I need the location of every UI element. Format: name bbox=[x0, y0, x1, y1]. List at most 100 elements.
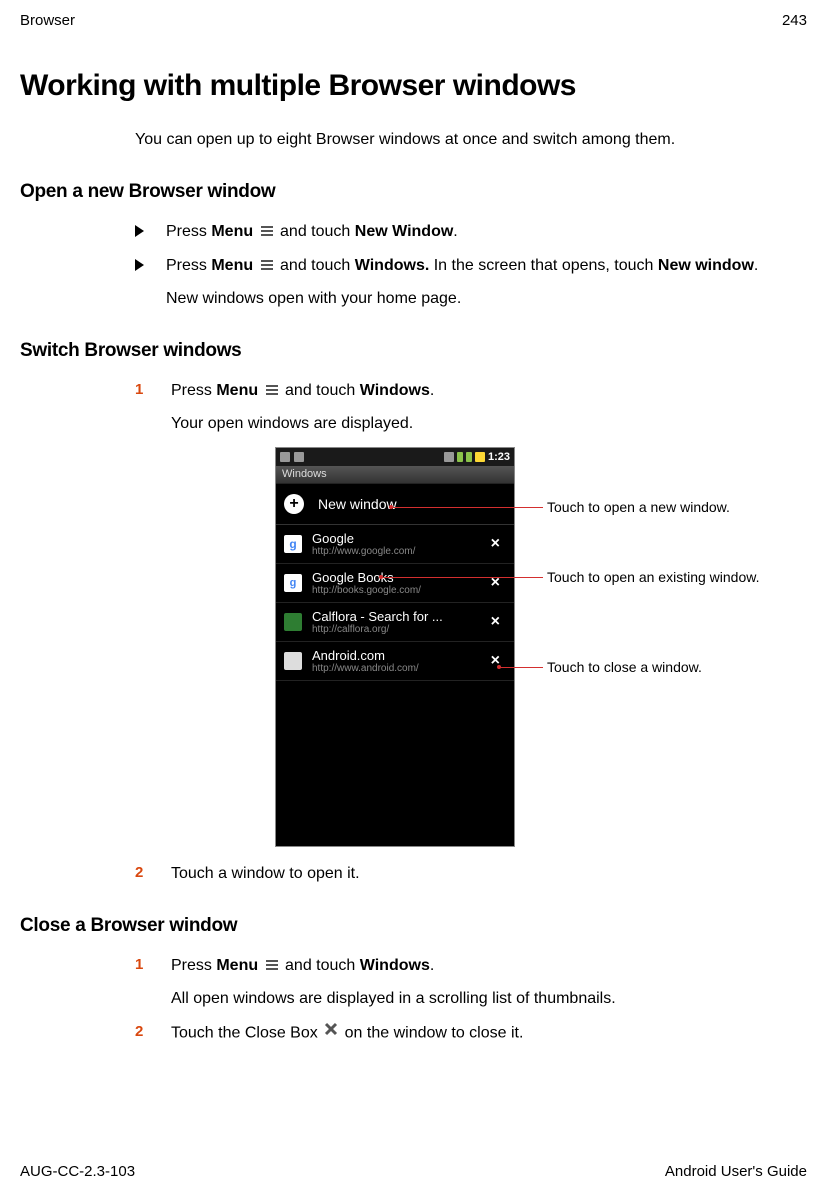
window-url: http://www.android.com/ bbox=[312, 663, 479, 674]
window-url: http://calflora.org/ bbox=[312, 624, 479, 635]
list-item: 2 Touch the Close Box on the window to c… bbox=[135, 1022, 807, 1045]
item-body: Press Menu and touch Windows. In the scr… bbox=[166, 255, 758, 310]
new-window-row[interactable]: + New window bbox=[276, 484, 514, 525]
footer-right: Android User's Guide bbox=[665, 1163, 807, 1180]
window-url: http://books.google.com/ bbox=[312, 585, 479, 596]
sub-text: Your open windows are displayed. bbox=[171, 413, 434, 435]
text: . bbox=[430, 957, 434, 974]
status-right-icons: 1:23 bbox=[444, 451, 510, 463]
close-icon[interactable]: × bbox=[485, 535, 506, 553]
menu-icon bbox=[260, 259, 274, 271]
windows-label: Windows bbox=[360, 382, 430, 399]
window-url: http://www.google.com/ bbox=[312, 546, 479, 557]
section-switch-list: 1 Press Menu and touch Windows. Your ope… bbox=[135, 380, 807, 885]
page-header: Browser 243 bbox=[20, 12, 807, 29]
windows-label: Windows bbox=[360, 957, 430, 974]
signal-icon bbox=[466, 452, 472, 462]
window-item[interactable]: g Google http://www.google.com/ × bbox=[276, 525, 514, 564]
item-body: Press Menu and touch Windows. Your open … bbox=[171, 380, 434, 435]
callout-line bbox=[391, 507, 543, 508]
header-page-number: 243 bbox=[782, 12, 807, 29]
intro-text: You can open up to eight Browser windows… bbox=[135, 131, 807, 149]
text: and touch bbox=[285, 382, 360, 399]
battery-icon bbox=[475, 452, 485, 462]
list-item: Press Menu and touch New Window. bbox=[135, 221, 807, 243]
callout-text: Touch to close a window. bbox=[547, 659, 702, 675]
menu-icon bbox=[260, 225, 274, 237]
footer-left: AUG-CC-2.3-103 bbox=[20, 1163, 135, 1180]
favicon-icon: g bbox=[284, 535, 302, 553]
window-text: Android.com http://www.android.com/ bbox=[312, 648, 479, 674]
status-left-icons bbox=[280, 452, 304, 462]
sub-text: New windows open with your home page. bbox=[166, 288, 758, 310]
text: In the screen that opens, touch bbox=[434, 257, 658, 274]
window-text: Calflora - Search for ... http://calflor… bbox=[312, 609, 479, 635]
list-item: 2 Touch a window to open it. bbox=[135, 863, 807, 885]
window-title: Calflora - Search for ... bbox=[312, 609, 479, 624]
item-body: Touch the Close Box on the window to clo… bbox=[171, 1022, 523, 1045]
sub-text: All open windows are displayed in a scro… bbox=[171, 988, 616, 1010]
window-item[interactable]: Calflora - Search for ... http://calflor… bbox=[276, 603, 514, 642]
menu-label: Menu bbox=[216, 957, 258, 974]
text: . bbox=[754, 257, 758, 274]
section-switch-heading: Switch Browser windows bbox=[20, 340, 807, 362]
favicon-icon: g bbox=[284, 574, 302, 592]
menu-icon bbox=[265, 384, 279, 396]
text: on the window to close it. bbox=[345, 1025, 524, 1042]
window-title: Android.com bbox=[312, 648, 479, 663]
new-window-label: New window bbox=[318, 496, 397, 512]
callout-text: Touch to open an existing window. bbox=[547, 569, 759, 585]
section-close-heading: Close a Browser window bbox=[20, 915, 807, 937]
new-window-label: New window bbox=[658, 257, 754, 274]
window-title: Google bbox=[312, 531, 479, 546]
status-icon bbox=[280, 452, 290, 462]
status-icon bbox=[294, 452, 304, 462]
step-number: 2 bbox=[135, 864, 149, 885]
new-window-label: New Window bbox=[355, 223, 454, 240]
triangle-bullet-icon bbox=[135, 259, 144, 271]
text: and touch bbox=[285, 957, 360, 974]
section-close-list: 1 Press Menu and touch Windows. All open… bbox=[135, 955, 807, 1045]
page-title: Working with multiple Browser windows bbox=[20, 69, 807, 103]
text: and touch bbox=[280, 223, 355, 240]
step-number: 1 bbox=[135, 381, 149, 435]
section-open-list: Press Menu and touch New Window. Press M… bbox=[135, 221, 807, 310]
callout-line bbox=[381, 577, 543, 578]
status-bar: 1:23 bbox=[276, 448, 514, 466]
step-number: 1 bbox=[135, 956, 149, 1010]
callout-text: Touch to open a new window. bbox=[547, 499, 730, 515]
text: . bbox=[453, 223, 457, 240]
header-left: Browser bbox=[20, 12, 75, 29]
screenshot-figure: 1:23 Windows + New window g Google http:… bbox=[275, 447, 807, 847]
windows-screen-title: Windows bbox=[276, 466, 514, 484]
item-body: Press Menu and touch New Window. bbox=[166, 221, 458, 243]
menu-icon bbox=[265, 959, 279, 971]
menu-label: Menu bbox=[211, 257, 253, 274]
text: Press bbox=[166, 223, 211, 240]
text: . bbox=[430, 382, 434, 399]
favicon-icon bbox=[284, 613, 302, 631]
item-body: Touch a window to open it. bbox=[171, 863, 360, 885]
text: Press bbox=[166, 257, 211, 274]
step-number: 2 bbox=[135, 1023, 149, 1045]
windows-label: Windows. bbox=[355, 257, 430, 274]
list-item: Press Menu and touch Windows. In the scr… bbox=[135, 255, 807, 310]
text: Press bbox=[171, 957, 216, 974]
clock: 1:23 bbox=[488, 451, 510, 463]
window-text: Google Books http://books.google.com/ bbox=[312, 570, 479, 596]
page-footer: AUG-CC-2.3-103 Android User's Guide bbox=[20, 1163, 807, 1180]
callout-line bbox=[499, 667, 543, 668]
window-item[interactable]: g Google Books http://books.google.com/ … bbox=[276, 564, 514, 603]
section-open-heading: Open a new Browser window bbox=[20, 181, 807, 203]
text: Touch the Close Box bbox=[171, 1025, 322, 1042]
list-item: 1 Press Menu and touch Windows. All open… bbox=[135, 955, 807, 1010]
signal-icon bbox=[457, 452, 463, 462]
close-icon[interactable]: × bbox=[485, 613, 506, 631]
window-text: Google http://www.google.com/ bbox=[312, 531, 479, 557]
plus-icon: + bbox=[284, 494, 304, 514]
list-item: 1 Press Menu and touch Windows. Your ope… bbox=[135, 380, 807, 435]
triangle-bullet-icon bbox=[135, 225, 144, 237]
favicon-icon bbox=[284, 652, 302, 670]
window-item[interactable]: Android.com http://www.android.com/ × bbox=[276, 642, 514, 681]
text: and touch bbox=[280, 257, 355, 274]
